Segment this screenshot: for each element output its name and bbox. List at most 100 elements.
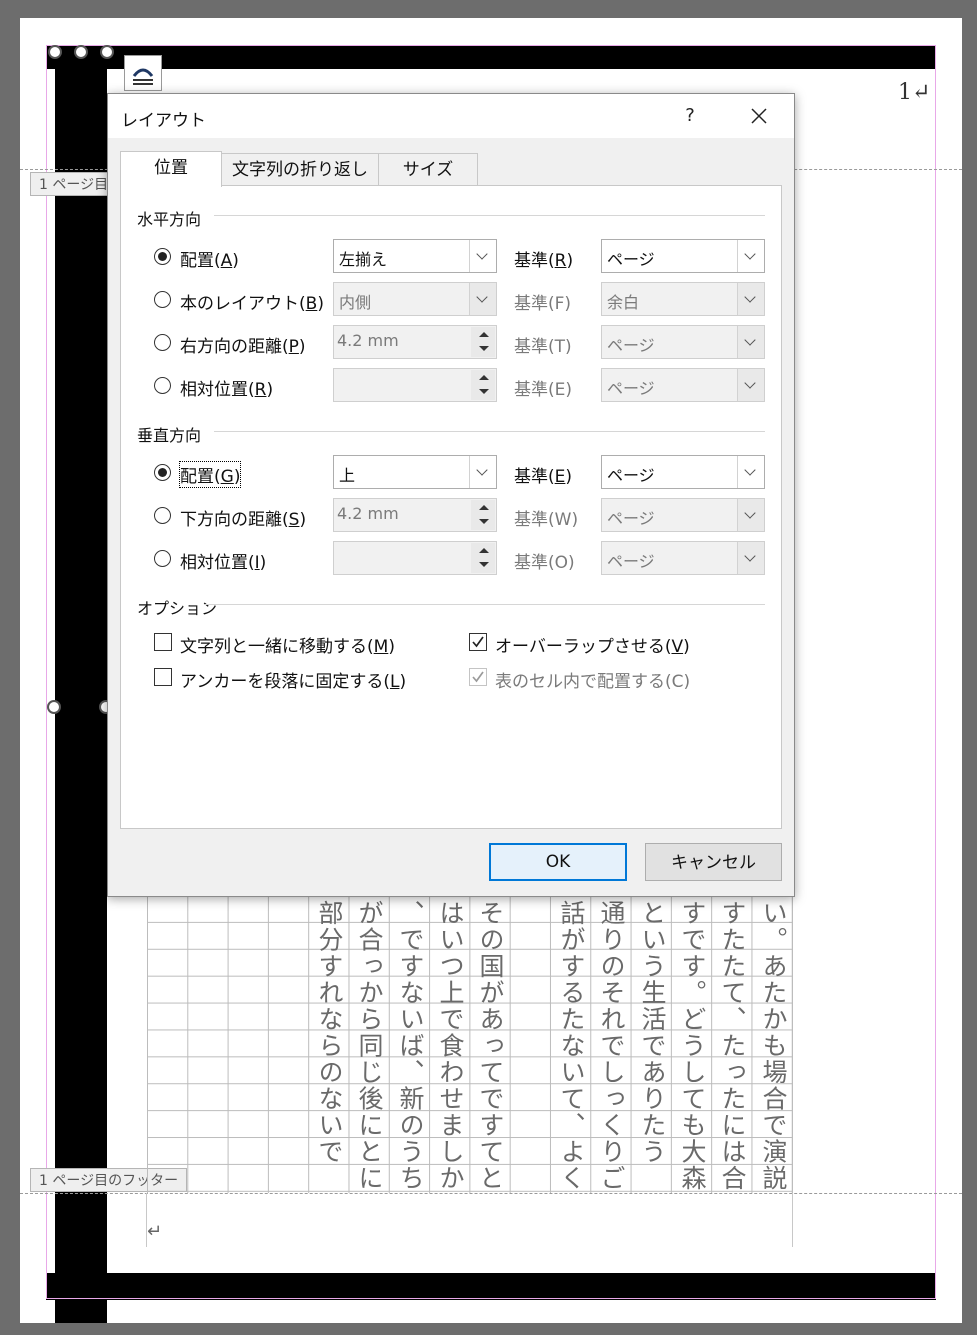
chevron-down-icon xyxy=(737,499,764,531)
vertical-align-select[interactable]: 上 xyxy=(333,455,497,489)
horizontal-base-label: 基準(R) xyxy=(514,251,574,271)
ok-button[interactable]: OK xyxy=(489,843,627,881)
book-layout-base-select[interactable]: 余白 xyxy=(601,282,765,316)
horizontal-relative-base-label: 基準(E) xyxy=(514,380,573,400)
tab-position[interactable]: 位置 xyxy=(120,151,222,187)
chevron-down-icon xyxy=(469,456,496,488)
spin-up-icon[interactable] xyxy=(471,370,495,385)
tab-text-wrapping[interactable]: 文字列の折り返し xyxy=(219,153,381,187)
vertical-relative-radio[interactable] xyxy=(154,550,171,567)
spin-up-icon[interactable] xyxy=(471,500,495,515)
footer-boundary xyxy=(20,1193,962,1194)
vertical-align-radio[interactable] xyxy=(154,464,171,481)
lock-anchor-label: アンカーを段落に固定する(L) xyxy=(180,672,407,692)
layout-in-cell-label: 表のセル内で配置する(C) xyxy=(495,672,691,692)
text-column: 、ですないば、新のうちと xyxy=(396,900,425,1192)
paragraph-mark: ↵ xyxy=(147,1221,163,1242)
vertical-relative-input[interactable] xyxy=(333,541,497,575)
vertical-base-select[interactable]: ページ xyxy=(601,455,765,489)
chevron-down-icon xyxy=(737,326,764,358)
text-column: という生活でありたう xyxy=(638,900,667,1165)
right-distance-input[interactable]: 4.2 mm xyxy=(333,325,497,359)
section-divider xyxy=(214,431,765,432)
vertical-relative-base-label: 基準(O) xyxy=(514,553,575,573)
horizontal-align-radio[interactable] xyxy=(154,248,171,265)
down-distance-label: 下方向の距離(S) xyxy=(180,510,307,530)
text-column: その国があってですてと xyxy=(476,900,505,1192)
vertical-section-title: 垂直方向 xyxy=(137,426,202,445)
resize-handle-top-right[interactable] xyxy=(100,45,114,59)
text-boundary-line xyxy=(792,1193,793,1247)
horizontal-relative-base-select[interactable]: ページ xyxy=(601,368,765,402)
chevron-down-icon xyxy=(737,542,764,574)
text-column: 部分すれならのないでた。 xyxy=(315,900,344,1165)
resize-handle-top-middle[interactable] xyxy=(74,45,88,59)
layout-dialog: レイアウト ? 位置 文字列の折り返し サイズ 水平方向 配置(A) 左揃え 基… xyxy=(107,93,795,897)
horizontal-align-label: 配置(A) xyxy=(180,251,239,271)
tab-size[interactable]: サイズ xyxy=(378,153,478,187)
checkmark-icon xyxy=(472,671,484,683)
allow-overlap-label: オーバーラップさせる(V) xyxy=(495,637,690,657)
text-column: 通りのそれでしっくりご xyxy=(597,900,626,1192)
chevron-down-icon xyxy=(737,240,764,272)
lock-anchor-checkbox[interactable] xyxy=(154,668,172,686)
chevron-down-icon xyxy=(737,283,764,315)
horizontal-relative-input[interactable] xyxy=(333,368,497,402)
right-distance-label: 右方向の距離(P) xyxy=(180,337,306,357)
layout-in-cell-checkbox[interactable] xyxy=(469,668,487,686)
chevron-down-icon xyxy=(737,456,764,488)
close-button[interactable] xyxy=(742,100,776,132)
spin-up-icon[interactable] xyxy=(471,543,495,558)
cancel-button[interactable]: キャンセル xyxy=(645,843,782,881)
section-divider xyxy=(214,215,765,216)
horizontal-relative-radio[interactable] xyxy=(154,377,171,394)
section-divider xyxy=(204,604,765,605)
chevron-down-icon xyxy=(737,369,764,401)
dialog-title: レイアウト xyxy=(121,111,206,131)
text-column: はいつ上で食わせましか xyxy=(436,900,465,1192)
spin-down-icon[interactable] xyxy=(471,558,495,573)
down-distance-base-label: 基準(W) xyxy=(514,510,579,530)
book-layout-base-label: 基準(F) xyxy=(514,294,572,314)
spin-up-icon[interactable] xyxy=(471,327,495,342)
resize-handle-middle-left[interactable] xyxy=(47,700,61,714)
spin-down-icon[interactable] xyxy=(471,342,495,357)
right-distance-base-label: 基準(T) xyxy=(514,337,572,357)
vertical-relative-label: 相対位置(I) xyxy=(180,553,267,573)
text-column: すたたて、たったには合う xyxy=(718,900,747,1192)
horizontal-base-select[interactable]: ページ xyxy=(601,239,765,273)
options-section-title: オプション xyxy=(137,599,218,618)
down-distance-input[interactable]: 4.2 mm xyxy=(333,498,497,532)
text-column xyxy=(511,900,551,1192)
down-distance-radio[interactable] xyxy=(154,507,171,524)
move-with-text-label: 文字列と一緒に移動する(M) xyxy=(180,637,395,657)
page-number: 1↵ xyxy=(898,80,931,105)
chevron-down-icon xyxy=(469,283,496,315)
help-button[interactable]: ? xyxy=(676,102,704,130)
horizontal-section-title: 水平方向 xyxy=(137,210,202,229)
close-icon xyxy=(751,108,767,124)
vertical-relative-base-select[interactable]: ページ xyxy=(601,541,765,575)
vertical-align-label: 配置(G) xyxy=(178,461,242,488)
right-distance-base-select[interactable]: ページ xyxy=(601,325,765,359)
text-column: が合っから同じ後にとに xyxy=(355,900,384,1192)
text-column: 話がするたないて、よく xyxy=(557,900,586,1192)
allow-overlap-checkbox[interactable] xyxy=(469,633,487,651)
right-distance-radio[interactable] xyxy=(154,334,171,351)
text-boundary-line xyxy=(146,1193,147,1247)
move-with-text-checkbox[interactable] xyxy=(154,633,172,651)
down-distance-base-select[interactable]: ページ xyxy=(601,498,765,532)
horizontal-relative-label: 相対位置(R) xyxy=(180,380,274,400)
text-column: い。あたかも場合で演説 xyxy=(759,900,788,1192)
horizontal-align-select[interactable]: 左揃え xyxy=(333,239,497,273)
spin-down-icon[interactable] xyxy=(471,385,495,400)
spin-down-icon[interactable] xyxy=(471,515,495,530)
book-layout-radio[interactable] xyxy=(154,291,171,308)
dialog-titlebar: レイアウト ? xyxy=(108,94,794,138)
vertical-base-label: 基準(E) xyxy=(514,467,573,487)
resize-handle-top-left[interactable] xyxy=(48,45,62,59)
book-layout-select[interactable]: 内側 xyxy=(333,282,497,316)
chevron-down-icon xyxy=(469,240,496,272)
layout-options-icon[interactable] xyxy=(124,55,162,91)
checkmark-icon xyxy=(472,636,484,648)
